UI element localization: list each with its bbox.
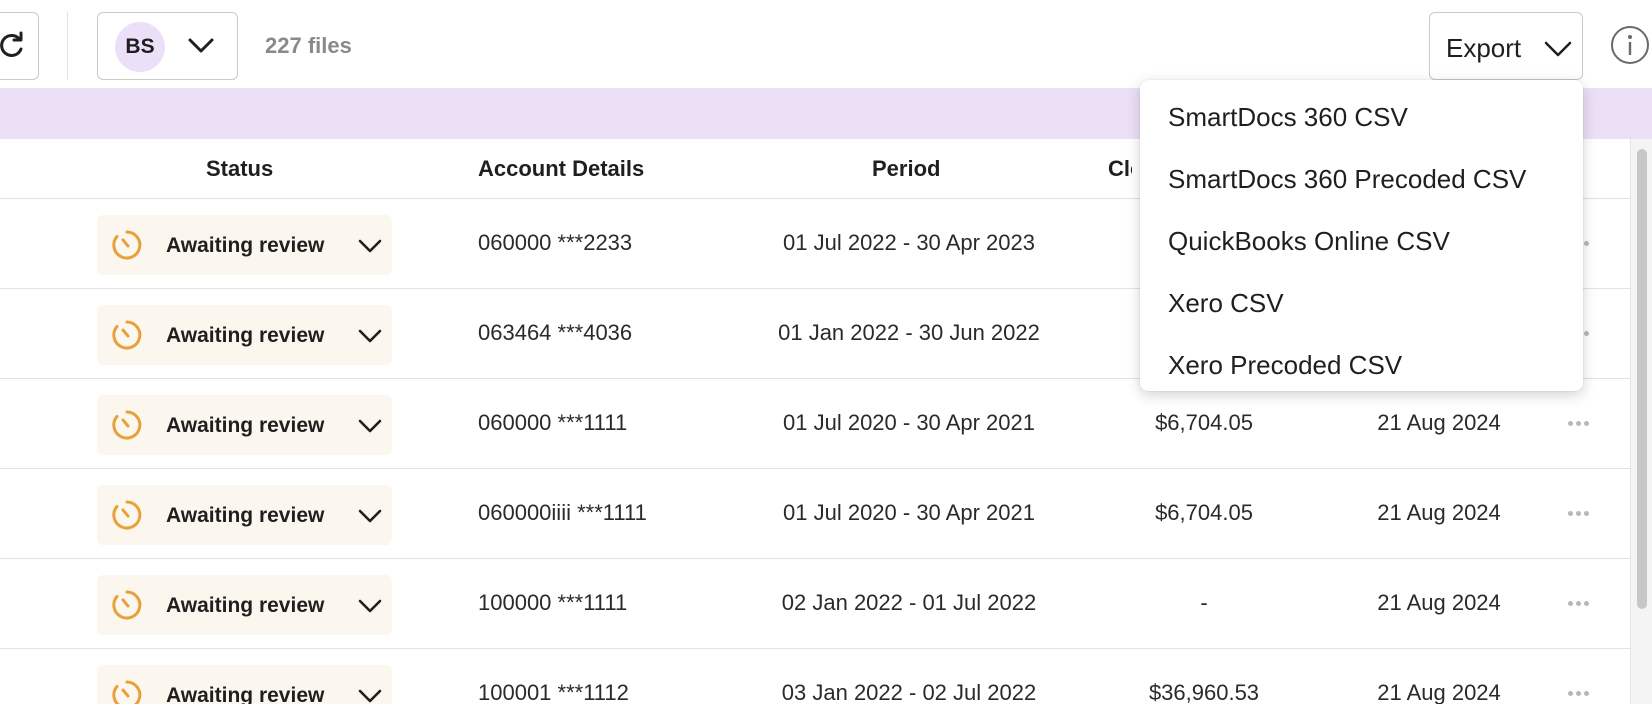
upload-date: 21 Aug 2024 <box>1377 500 1501 525</box>
table-row[interactable]: Awaiting review 100000 ***1111 02 Jan 20… <box>0 559 1630 649</box>
closing-balance: $36,960.53 <box>1148 680 1260 704</box>
avatar: BS <box>115 22 165 72</box>
export-menu-item[interactable]: SmartDocs 360 Precoded CSV <box>1140 148 1583 210</box>
user-select[interactable]: BS <box>97 12 238 80</box>
more-options-icon[interactable] <box>1568 503 1600 523</box>
chevron-down-icon <box>1544 41 1572 57</box>
more-options-icon[interactable] <box>1568 593 1600 613</box>
export-menu-item[interactable]: Xero CSV <box>1140 272 1583 334</box>
export-menu: SmartDocs 360 CSV SmartDocs 360 Precoded … <box>1140 80 1583 391</box>
toolbar-divider <box>67 12 68 80</box>
closing-balance: $6,704.05 <box>1155 410 1253 435</box>
upload-date: 21 Aug 2024 <box>1377 680 1501 704</box>
info-icon[interactable] <box>1610 25 1650 65</box>
upload-date: 21 Aug 2024 <box>1377 410 1501 435</box>
scrollbar-thumb[interactable] <box>1637 149 1647 609</box>
refresh-icon <box>0 31 23 57</box>
refresh-button[interactable] <box>0 12 39 80</box>
scrollbar[interactable] <box>1630 139 1652 704</box>
export-menu-item[interactable]: QuickBooks Online CSV <box>1140 210 1583 272</box>
export-menu-item[interactable]: SmartDocs 360 CSV <box>1140 86 1583 148</box>
more-options-icon[interactable] <box>1568 413 1600 433</box>
export-button[interactable]: Export <box>1429 12 1583 80</box>
header-status[interactable]: Status <box>206 156 273 182</box>
table-row[interactable]: Awaiting review 060000iiii ***1111 01 Ju… <box>0 469 1630 559</box>
header-closing[interactable]: Clo <box>1108 156 1132 182</box>
export-menu-item[interactable]: Xero Precoded CSV <box>1140 334 1583 396</box>
upload-date: 21 Aug 2024 <box>1377 590 1501 615</box>
toolbar: BS 227 files Export <box>0 0 1652 88</box>
closing-balance: $6,704.05 <box>1155 500 1253 525</box>
file-count: 227 files <box>265 33 352 58</box>
header-period[interactable]: Period <box>872 156 940 182</box>
header-account-details[interactable]: Account Details <box>478 156 644 182</box>
table-row[interactable]: Awaiting review 100001 ***1112 03 Jan 20… <box>0 649 1630 704</box>
export-label: Export <box>1446 33 1522 63</box>
chevron-down-icon <box>188 38 214 53</box>
closing-balance: - <box>1200 590 1208 615</box>
more-options-icon[interactable] <box>1568 683 1600 703</box>
